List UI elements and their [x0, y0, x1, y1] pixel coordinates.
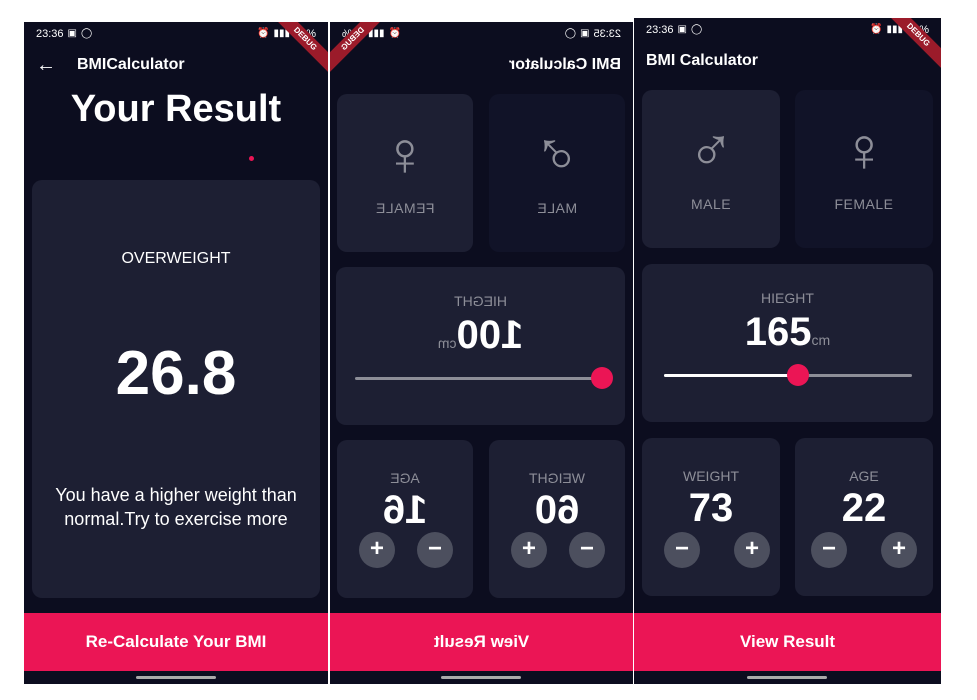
male-icon: ♂ [533, 120, 581, 189]
back-arrow-icon[interactable]: ← [36, 54, 66, 77]
age-card: AGE 22 − + [795, 438, 933, 596]
female-card[interactable]: ♀ FEMALE [795, 90, 933, 248]
height-card: HIEGHT 100cm [336, 267, 625, 425]
height-readout: 165cm [642, 310, 933, 355]
male-card[interactable]: ♂ MALE [489, 94, 625, 252]
height-slider-fill [664, 374, 798, 377]
height-value: 165 [744, 310, 812, 354]
female-label: FEMALE [834, 196, 894, 212]
image-icon: ▣ [67, 28, 77, 39]
view-result-button[interactable]: View Result [330, 613, 633, 671]
app-bar: ← BMICalculator [24, 48, 328, 82]
height-slider-track[interactable] [355, 377, 602, 380]
mirrored-input-screen: 23:35 ▣ ◯ ⏰ ▮▮▮ 80% DEBUG BMI Calculator… [330, 22, 633, 684]
female-icon: ♀ [381, 120, 429, 189]
age-card: AGE 16 − + [337, 440, 473, 598]
age-plus-button[interactable]: + [881, 532, 917, 568]
recalculate-button[interactable]: Re-Calculate Your BMI [24, 613, 328, 671]
weight-label: WEIGHT [683, 468, 739, 484]
result-screen: 23:36 ▣ ◯ ⏰ ▮▮▮ 80% DEBUG ← BMICalculato… [24, 22, 328, 684]
status-time: 23:35 [593, 28, 621, 40]
male-card[interactable]: ♂ MALE [642, 90, 780, 248]
height-value: 100 [456, 313, 524, 357]
image-icon: ▣ [580, 28, 590, 39]
age-label: AGE [849, 468, 879, 484]
home-indicator [136, 676, 216, 679]
weight-minus-button[interactable]: − [569, 532, 605, 568]
app-bar: BMI Calculator [330, 48, 633, 82]
view-result-button[interactable]: View Result [634, 613, 941, 671]
age-value: 16 [382, 488, 428, 532]
result-card: OVERWEIGHT 26.8 You have a higher weight… [32, 180, 320, 598]
height-readout: 100cm [336, 313, 625, 358]
weight-value: 60 [534, 488, 580, 532]
height-label: HIEGHT [761, 290, 814, 306]
app-bar: BMI Calculator [634, 44, 941, 78]
age-minus-button[interactable]: − [811, 532, 847, 568]
age-value: 22 [841, 486, 887, 530]
whatsapp-icon: ◯ [690, 24, 703, 35]
weight-minus-button[interactable]: − [664, 532, 700, 568]
age-plus-button[interactable]: + [359, 532, 395, 568]
female-label: FEMALE [375, 200, 435, 216]
weight-plus-button[interactable]: + [511, 532, 547, 568]
bmi-value: 26.8 [115, 339, 237, 408]
page-title: Your Result [70, 88, 282, 130]
weight-plus-button[interactable]: + [734, 532, 770, 568]
male-label: MALE [690, 196, 732, 212]
decorative-dot [249, 156, 254, 161]
weight-label: WEIGHT [529, 470, 585, 486]
alarm-icon: ⏰ [388, 28, 401, 39]
input-screen: 23:36 ▣ ◯ ⏰ ▮▮▮ 80% DEBUG BMI Calculator… [634, 18, 941, 684]
status-time: 23:36 [646, 24, 674, 36]
weight-card: WEIGHT 60 − + [489, 440, 625, 598]
height-unit: cm [811, 332, 831, 348]
height-unit: cm [437, 335, 457, 351]
male-icon: ♂ [687, 116, 735, 185]
female-card[interactable]: ♀ FEMALE [337, 94, 473, 252]
height-slider-thumb[interactable] [786, 364, 809, 386]
age-minus-button[interactable]: − [417, 532, 453, 568]
weight-value: 73 [688, 486, 734, 530]
male-label: MALE [536, 200, 578, 216]
height-label: HIEGHT [454, 293, 507, 309]
image-icon: ▣ [677, 24, 687, 35]
weight-card: WEIGHT 73 − + [642, 438, 780, 596]
result-status: OVERWEIGHT [121, 250, 231, 267]
home-indicator [747, 676, 827, 679]
whatsapp-icon: ◯ [80, 28, 93, 39]
age-label: AGE [390, 470, 420, 486]
status-time: 23:36 [36, 28, 64, 40]
female-icon: ♀ [840, 116, 888, 185]
height-card: HIEGHT 165cm [642, 264, 933, 422]
home-indicator [441, 676, 521, 679]
app-title: BMICalculator [77, 56, 185, 73]
app-title: BMI Calculator [508, 56, 621, 73]
height-slider-thumb[interactable] [591, 367, 613, 389]
app-title: BMI Calculator [646, 52, 759, 69]
whatsapp-icon: ◯ [564, 28, 577, 39]
bmi-advice: You have a higher weight than normal.Try… [55, 485, 297, 529]
